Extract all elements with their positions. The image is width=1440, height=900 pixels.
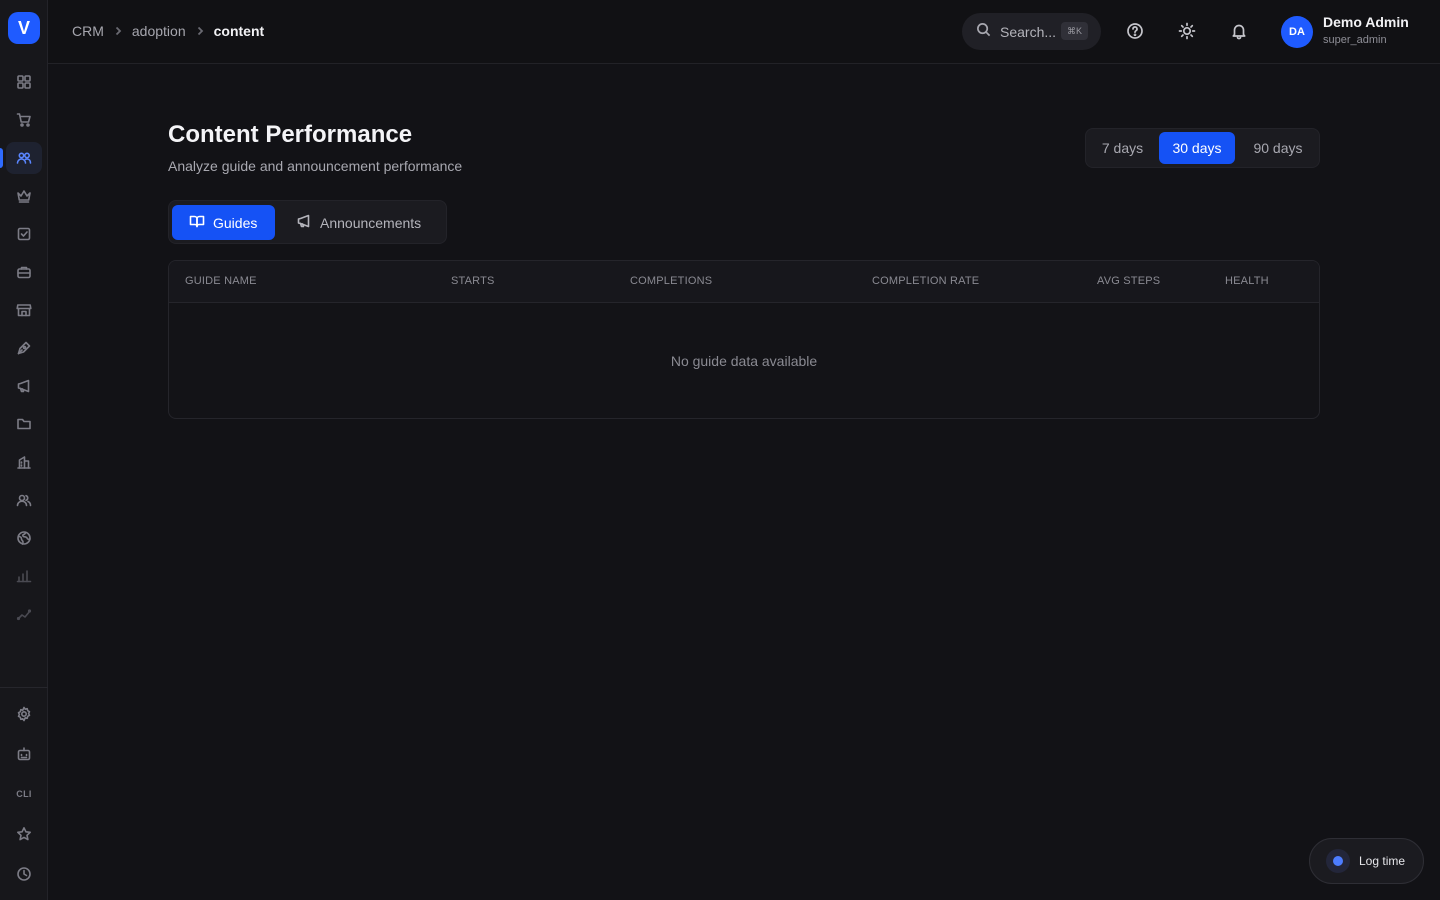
page-subtitle: Analyze guide and announcement performan… (168, 158, 463, 174)
star-icon[interactable] (6, 818, 42, 850)
pen-icon[interactable] (6, 332, 42, 364)
sun-icon[interactable] (1177, 21, 1197, 41)
breadcrumb-content: content (213, 23, 265, 39)
avatar[interactable]: DA (1281, 16, 1313, 48)
log-time-button[interactable]: Log time (1309, 838, 1424, 884)
log-time-label: Log time (1359, 854, 1406, 868)
active-indicator (0, 148, 3, 168)
logo-letter: V (17, 17, 30, 38)
tab-announcements[interactable]: Announcements (279, 205, 443, 240)
bell-icon[interactable] (1229, 21, 1249, 41)
column-avg-steps[interactable]: AVG STEPS (1097, 275, 1160, 287)
cli-icon[interactable]: CLI (6, 778, 42, 810)
guides-table: GUIDE NAME STARTS COMPLETIONS COMPLETION… (168, 260, 1320, 419)
megaphone-icon[interactable] (6, 370, 42, 402)
cart-icon[interactable] (6, 104, 42, 136)
column-guide-name[interactable]: GUIDE NAME (185, 275, 257, 287)
breadcrumb-crm[interactable]: CRM (72, 23, 104, 39)
timer-icon (1326, 849, 1350, 873)
search-button[interactable]: Search... ⌘K (962, 13, 1101, 50)
avatar-initials: DA (1289, 26, 1305, 38)
search-shortcut: ⌘K (1060, 22, 1088, 40)
trend-icon[interactable] (6, 598, 42, 630)
user-role: super_admin (1323, 34, 1387, 46)
users-icon[interactable] (6, 142, 42, 174)
search-placeholder: Search... (1000, 23, 1057, 40)
crown-icon[interactable] (6, 180, 42, 212)
tab-guides[interactable]: Guides (172, 205, 275, 240)
team-icon[interactable] (6, 484, 42, 516)
help-icon[interactable] (1125, 21, 1145, 41)
empty-state-message: No guide data available (670, 353, 818, 369)
clock-icon[interactable] (6, 858, 42, 890)
megaphone-icon (296, 213, 320, 232)
folder-icon[interactable] (6, 408, 42, 440)
briefcase-icon[interactable] (6, 256, 42, 288)
tab-guides-label: Guides (213, 214, 258, 231)
content-tabs: Guides Announcements (168, 200, 447, 244)
breadcrumb: CRM adoption content (72, 23, 264, 39)
chevron-right-icon (195, 26, 205, 36)
range-90-days-button[interactable]: 90 days (1239, 132, 1317, 164)
search-icon (976, 22, 991, 42)
table-header: GUIDE NAME STARTS COMPLETIONS COMPLETION… (169, 261, 1319, 303)
cli-label: CLI (16, 789, 32, 799)
book-icon (189, 213, 213, 232)
tab-announcements-label: Announcements (320, 214, 422, 231)
building-icon[interactable] (6, 446, 42, 478)
range-30-days-button[interactable]: 30 days (1159, 132, 1235, 164)
column-starts[interactable]: STARTS (451, 275, 495, 287)
range-7-days-button[interactable]: 7 days (1090, 132, 1155, 164)
breadcrumb-adoption[interactable]: adoption (132, 23, 186, 39)
user-name[interactable]: Demo Admin (1323, 14, 1409, 30)
globe-icon[interactable] (6, 522, 42, 554)
bar-chart-icon[interactable] (6, 560, 42, 592)
grid-icon[interactable] (6, 66, 42, 98)
store-icon[interactable] (6, 294, 42, 326)
app-logo[interactable]: V (8, 12, 40, 44)
robot-icon[interactable] (6, 738, 42, 770)
sidebar: V CLI (0, 0, 48, 900)
column-health[interactable]: HEALTH (1225, 275, 1269, 287)
sidebar-divider (0, 687, 48, 688)
page-title: Content Performance (168, 121, 413, 148)
gear-icon[interactable] (6, 698, 42, 730)
column-completions[interactable]: COMPLETIONS (630, 275, 712, 287)
checkbox-icon[interactable] (6, 218, 42, 250)
topbar: CRM adoption content Search... ⌘K DA Dem… (48, 0, 1440, 64)
chevron-right-icon (113, 26, 123, 36)
date-range-selector: 7 days 30 days 90 days (1085, 128, 1320, 168)
column-completion-rate[interactable]: COMPLETION RATE (872, 275, 979, 287)
